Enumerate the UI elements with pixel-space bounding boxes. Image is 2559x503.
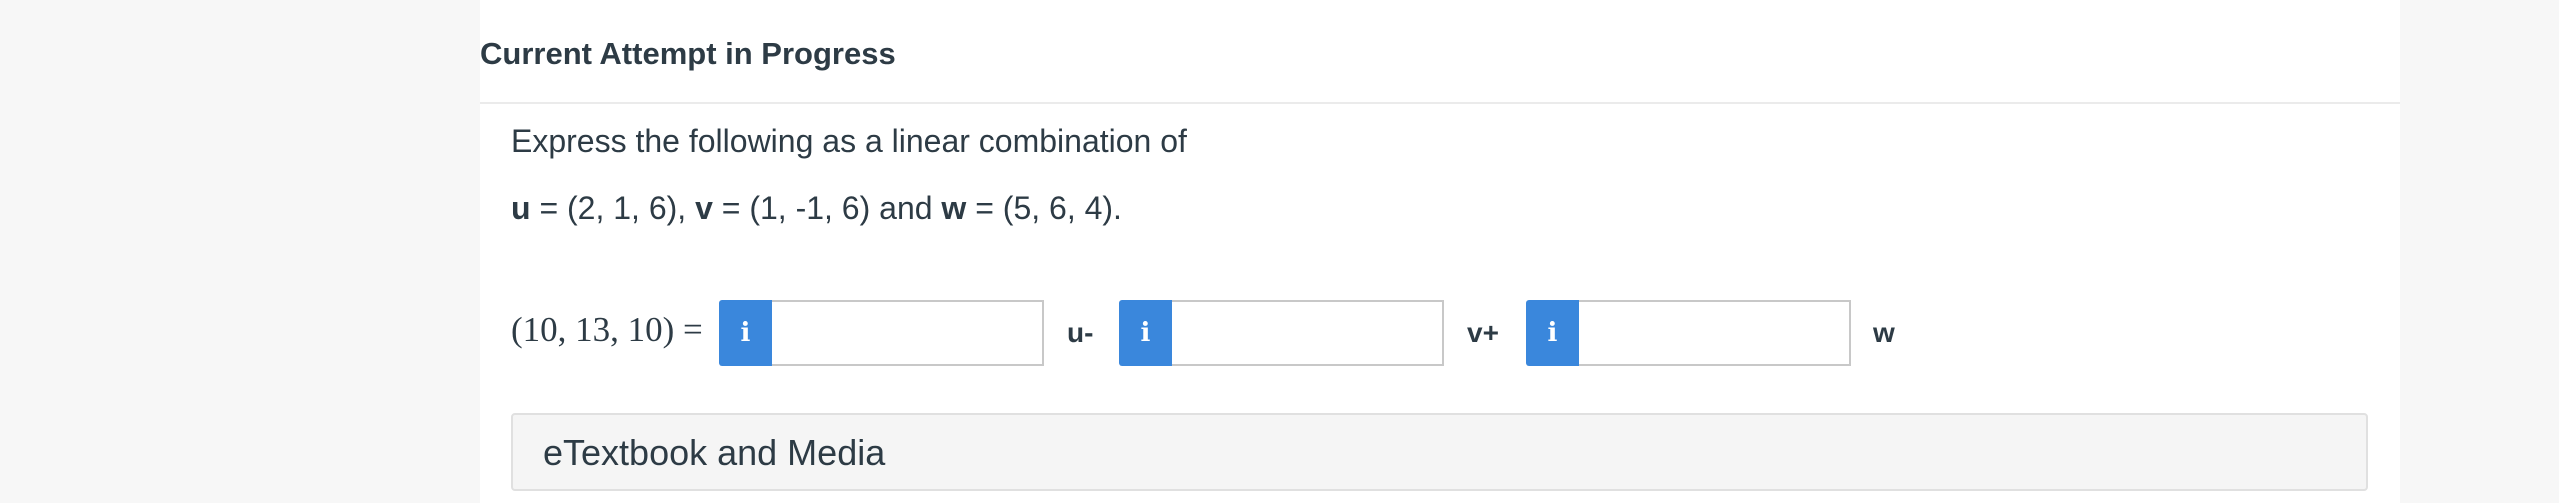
- vector-w-name: w: [941, 190, 967, 226]
- attempt-header: Current Attempt in Progress: [480, 20, 2400, 104]
- vector-v-value: = (1, -1, 6) and: [712, 190, 942, 226]
- vector-v-name: v: [695, 190, 713, 226]
- coefficient-w-input[interactable]: [1579, 300, 1851, 366]
- suffix-w: w: [1873, 317, 1895, 348]
- etextbook-label: eTextbook and Media: [543, 432, 886, 473]
- coefficient-v-input[interactable]: [1172, 300, 1444, 366]
- vector-u-value: = (2, 1, 6),: [530, 190, 696, 226]
- question-prompt: Express the following as a linear combin…: [511, 123, 1187, 159]
- vector-w-value: = (5, 6, 4).: [966, 190, 1122, 226]
- coefficient-u-input[interactable]: [772, 300, 1044, 366]
- info-icon[interactable]: i: [1119, 300, 1172, 366]
- vector-u-name: u: [511, 190, 531, 226]
- page: Current Attempt in Progress Express the …: [0, 0, 2559, 503]
- etextbook-media-toggle[interactable]: eTextbook and Media: [511, 413, 2368, 491]
- suffix-v: v+: [1467, 317, 1499, 348]
- info-icon[interactable]: i: [719, 300, 772, 366]
- vector-definitions: u = (2, 1, 6), v = (1, -1, 6) and w = (5…: [511, 190, 1122, 227]
- suffix-u: u-: [1067, 317, 1094, 348]
- attempt-title: Current Attempt in Progress: [480, 36, 896, 71]
- equation-lhs: (10, 13, 10) =: [511, 310, 703, 349]
- info-icon[interactable]: i: [1526, 300, 1579, 366]
